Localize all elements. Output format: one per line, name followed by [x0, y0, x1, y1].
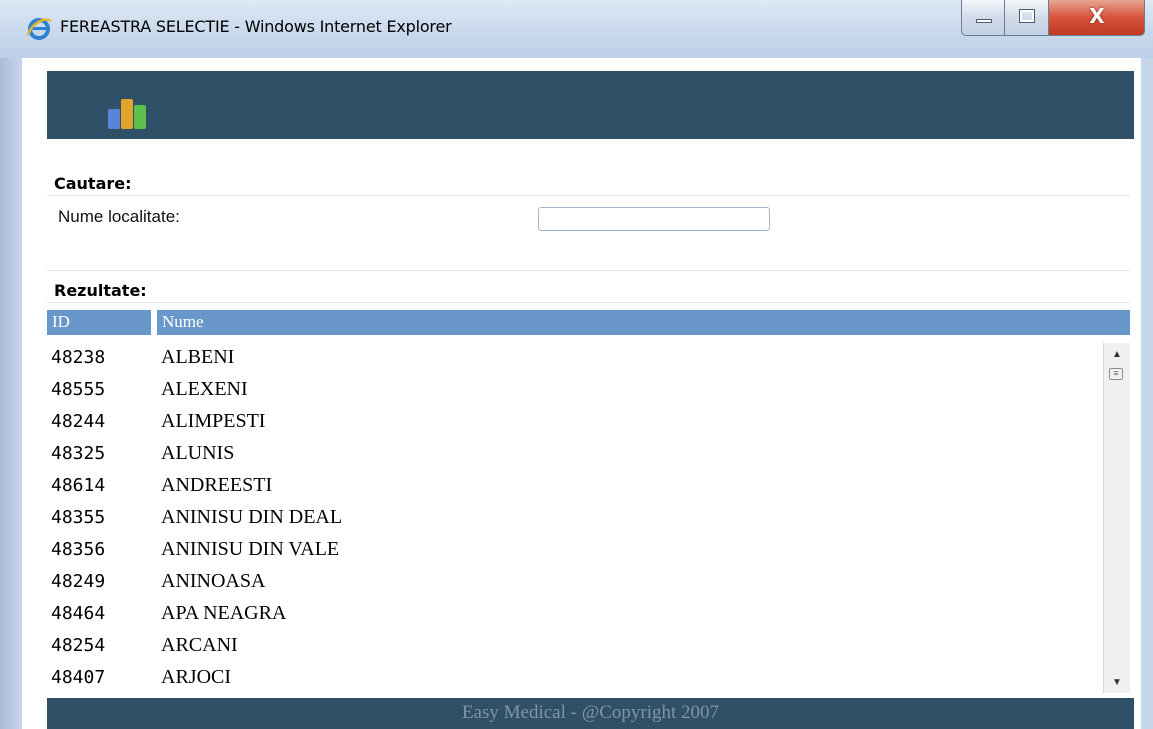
copyright-text: Easy Medical - @Copyright 2007 — [461, 702, 720, 723]
row-name: ALUNIS — [161, 442, 235, 464]
row-name: ANINISU DIN DEAL — [161, 506, 343, 528]
row-name: ANINOASA — [161, 570, 266, 592]
scroll-thumb[interactable]: ≡ — [1109, 368, 1123, 380]
column-header-id[interactable]: ID — [47, 310, 151, 335]
bar-chart-logo-icon — [108, 99, 156, 129]
divider — [47, 195, 1130, 196]
window-title-bar[interactable]: FEREASTRA SELECTIE - Windows Internet Ex… — [0, 0, 1153, 58]
scroll-down-arrow-icon[interactable]: ▼ — [1112, 677, 1122, 688]
header-band — [47, 71, 1134, 139]
row-id: 48249 — [51, 571, 106, 592]
ie-icon — [26, 18, 52, 40]
maximize-icon — [1019, 9, 1035, 23]
table-row[interactable]: 48249 ANINOASA — [47, 567, 1103, 598]
row-id: 48407 — [51, 667, 106, 688]
table-row[interactable]: 48555 ALEXENI — [47, 375, 1103, 406]
row-id: 48244 — [51, 411, 106, 432]
row-id: 48238 — [51, 347, 106, 368]
minimize-button[interactable] — [961, 0, 1005, 36]
row-name: ALBENI — [161, 346, 235, 368]
table-row[interactable]: 48356 ANINISU DIN VALE — [47, 535, 1103, 566]
row-id: 48614 — [51, 475, 106, 496]
maximize-button[interactable] — [1005, 0, 1049, 36]
close-icon: X — [1089, 4, 1105, 28]
window-frame-right — [1141, 58, 1153, 729]
table-row[interactable]: 48238 ALBENI — [47, 343, 1103, 374]
row-id: 48355 — [51, 507, 106, 528]
table-row[interactable]: 48254 ARCANI — [47, 631, 1103, 662]
locality-name-label: Nume localitate: — [58, 207, 180, 226]
row-name: ANINISU DIN VALE — [161, 538, 340, 560]
divider — [47, 302, 1130, 303]
results-section-label: Rezultate: — [54, 281, 147, 300]
results-table-header: ID Nume — [47, 310, 1130, 335]
results-list[interactable]: 48238 ALBENI 48555 ALEXENI 48244 ALIMPESTI … — [47, 343, 1103, 693]
row-id: 48254 — [51, 635, 106, 656]
row-id: 48464 — [51, 603, 106, 624]
row-name: ALIMPESTI — [161, 410, 266, 432]
scroll-up-arrow-icon[interactable]: ▲ — [1112, 349, 1122, 360]
row-name: ARJOCI — [161, 666, 232, 688]
minimize-icon — [976, 19, 992, 23]
close-button[interactable]: X — [1049, 0, 1145, 36]
logo-bar-orange — [121, 99, 133, 129]
divider — [47, 270, 1130, 271]
locality-name-input[interactable] — [538, 207, 770, 231]
logo-bar-green — [134, 105, 146, 129]
window-title: FEREASTRA SELECTIE - Windows Internet Ex… — [60, 17, 452, 36]
column-header-name[interactable]: Nume — [157, 310, 1130, 335]
table-row[interactable]: 48407 ARJOCI — [47, 663, 1103, 693]
search-section-label: Cautare: — [54, 174, 132, 193]
row-id: 48325 — [51, 443, 106, 464]
row-id: 48555 — [51, 379, 106, 400]
table-row[interactable]: 48464 APA NEAGRA — [47, 599, 1103, 630]
logo-bar-blue — [108, 109, 120, 129]
table-row[interactable]: 48244 ALIMPESTI — [47, 407, 1103, 438]
row-name: APA NEAGRA — [161, 602, 287, 624]
window-frame-left — [0, 58, 22, 729]
table-row[interactable]: 48614 ANDREESTI — [47, 471, 1103, 502]
window-controls: X — [961, 0, 1146, 36]
table-row[interactable]: 48325 ALUNIS — [47, 439, 1103, 470]
row-id: 48356 — [51, 539, 106, 560]
row-name: ARCANI — [161, 634, 238, 656]
results-scrollbar[interactable]: ▲ ≡ ▼ — [1103, 343, 1130, 693]
row-name: ALEXENI — [161, 378, 248, 400]
row-name: ANDREESTI — [161, 474, 273, 496]
footer-band: Easy Medical - @Copyright 2007 — [47, 698, 1134, 729]
table-row[interactable]: 48355 ANINISU DIN DEAL — [47, 503, 1103, 534]
